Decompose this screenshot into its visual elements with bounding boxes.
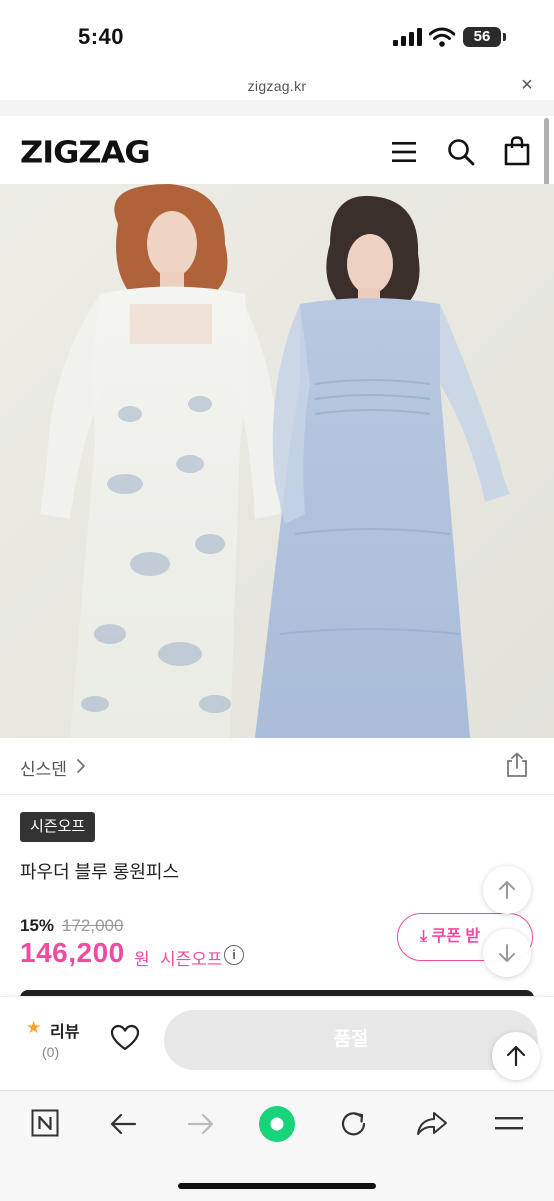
coupon-label: 쿠폰 받 xyxy=(431,928,481,945)
info-icon[interactable]: i xyxy=(224,945,244,965)
product-image[interactable] xyxy=(0,184,554,738)
share-icon[interactable] xyxy=(506,752,528,778)
reload-icon[interactable] xyxy=(339,1109,369,1139)
soldout-button[interactable]: 품절 xyxy=(164,1010,538,1070)
scroll-up-button[interactable] xyxy=(483,866,531,914)
brand-name[interactable]: 신스덴 xyxy=(20,755,67,780)
search-icon[interactable] xyxy=(447,138,475,166)
star-icon: ★ xyxy=(26,1018,42,1037)
battery-indicator: 56 xyxy=(463,27,501,47)
chevron-right-icon[interactable] xyxy=(76,758,86,774)
zigzag-logo[interactable]: ZIGZAG xyxy=(20,134,151,170)
home-indicator[interactable] xyxy=(178,1183,376,1189)
season-off-badge: 시즌오프 xyxy=(20,812,96,842)
product-photo xyxy=(0,184,554,738)
discount-rate: 15% xyxy=(20,916,55,935)
status-time: 5:40 xyxy=(78,24,125,49)
wifi-icon xyxy=(429,27,455,47)
signal-icon xyxy=(393,28,422,46)
heart-icon[interactable] xyxy=(110,1024,140,1052)
review-label[interactable]: 리뷰 xyxy=(50,1018,79,1042)
battery-nub xyxy=(503,33,506,41)
scroll-down-button[interactable] xyxy=(483,929,531,977)
review-count[interactable]: (0) xyxy=(42,1044,59,1060)
download-icon: ⤓ xyxy=(420,928,432,945)
back-arrow-icon[interactable] xyxy=(109,1112,137,1136)
scroll-top-button[interactable] xyxy=(492,1032,540,1080)
share-arrow-icon[interactable] xyxy=(416,1111,448,1137)
forward-arrow-icon[interactable] xyxy=(187,1112,215,1136)
url-domain[interactable]: zigzag.kr xyxy=(0,78,554,94)
product-name: 파우더 블루 롱원피스 xyxy=(20,862,180,882)
original-price: 172,000 xyxy=(62,916,124,935)
arrow-down-icon xyxy=(499,944,515,962)
currency-label: 원 xyxy=(134,950,150,969)
shopping-bag-icon[interactable] xyxy=(504,136,530,166)
sale-label: 시즌오프 xyxy=(160,950,223,969)
naver-n-icon[interactable] xyxy=(31,1109,59,1137)
close-icon[interactable]: × xyxy=(516,74,538,96)
menu-icon[interactable] xyxy=(391,140,417,164)
url-divider xyxy=(0,100,554,116)
green-dot-icon[interactable] xyxy=(258,1105,296,1143)
arrow-up-icon xyxy=(499,881,515,899)
sale-price: 146,200 xyxy=(20,937,125,968)
arrow-up-icon xyxy=(506,1045,526,1067)
menu-lines-icon[interactable] xyxy=(494,1114,524,1134)
